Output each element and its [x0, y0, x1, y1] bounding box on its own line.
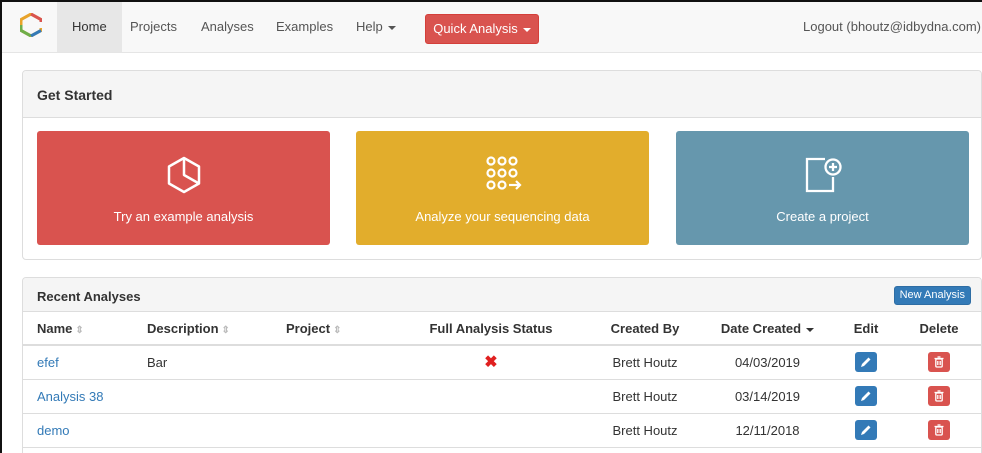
add-document-icon [805, 157, 842, 193]
analyze-sequencing-card[interactable]: Analyze your sequencing data [356, 131, 649, 245]
pencil-icon [861, 391, 871, 401]
sort-desc-icon [806, 327, 815, 332]
get-started-heading: Get Started [23, 71, 981, 118]
sort-icon: ⇕ [75, 325, 84, 336]
table-row: Analysis 38 Brett Houtz 03/14/2019 [23, 379, 981, 414]
sort-icon: ⇕ [221, 325, 230, 336]
table-header-row: Name ⇕ Description ⇕ Project ⇕ Full Analysi… [23, 313, 981, 346]
column-created-by: Created By [590, 313, 700, 346]
quick-analysis-label: Quick Analysis [433, 21, 518, 36]
recent-analyses-table: Name ⇕ Description ⇕ Project ⇕ Full Analysi… [23, 313, 981, 448]
row-edit-cell [835, 413, 897, 448]
new-analysis-button[interactable]: New Analysis [893, 286, 971, 305]
delete-button[interactable] [928, 352, 950, 373]
analyze-sequencing-label: Analyze your sequencing data [415, 209, 590, 224]
chevron-down-icon [387, 25, 396, 30]
column-name-label: Name [37, 321, 73, 336]
delete-button[interactable] [928, 386, 950, 406]
pencil-icon [861, 425, 871, 435]
row-delete-cell [897, 379, 981, 414]
analysis-name-link[interactable]: Analysis 38 [37, 389, 103, 404]
get-started-panel: Get Started Try an example analysis Anal… [22, 70, 982, 260]
column-name[interactable]: Name ⇕ [23, 313, 133, 346]
row-name-cell: Analysis 38 [23, 379, 133, 414]
row-status-cell: ✖ [392, 345, 590, 380]
nav-help-dropdown[interactable]: Help [341, 2, 411, 52]
column-description-label: Description [147, 321, 219, 336]
recent-analyses-panel: Recent Analyses New Analysis Name ⇕ Descr… [22, 277, 982, 453]
row-created-by: Brett Houtz [590, 345, 700, 380]
top-navbar: Home Projects Analyses Examples Help Qui… [2, 2, 982, 53]
recent-analyses-heading: Recent Analyses New Analysis [23, 278, 981, 312]
row-created-by: Brett Houtz [590, 379, 700, 414]
app-logo-icon[interactable] [20, 13, 42, 37]
row-date-created: 12/11/2018 [700, 413, 835, 448]
row-date-created: 03/14/2019 [700, 379, 835, 414]
example-analysis-label: Try an example analysis [113, 209, 254, 224]
table-row: demo Brett Houtz 12/11/2018 [23, 413, 981, 448]
trash-icon [934, 356, 944, 368]
get-started-title: Get Started [37, 87, 113, 103]
nav-analyses-label: Analyses [201, 19, 254, 34]
create-project-card[interactable]: Create a project [676, 131, 969, 245]
row-name-cell: efef [23, 345, 133, 380]
edit-button[interactable] [855, 386, 877, 406]
row-project [272, 379, 392, 414]
row-name-cell: demo [23, 413, 133, 448]
nav-examples-label: Examples [276, 19, 334, 34]
row-status [392, 413, 590, 448]
edit-button[interactable] [855, 420, 877, 440]
column-date-created[interactable]: Date Created [700, 313, 835, 346]
create-project-label: Create a project [776, 209, 869, 224]
nav-analyses[interactable]: Analyses [186, 2, 269, 52]
example-analysis-card[interactable]: Try an example analysis [37, 131, 330, 245]
failed-x-icon: ✖ [484, 354, 498, 372]
row-description [133, 379, 272, 414]
row-description: Bar [133, 345, 272, 380]
nav-home[interactable]: Home [57, 2, 122, 52]
cube-icon [167, 156, 200, 194]
row-edit-cell [835, 379, 897, 414]
delete-button[interactable] [928, 420, 950, 440]
column-edit: Edit [835, 313, 897, 346]
nav-home-label: Home [72, 19, 107, 34]
nav-projects[interactable]: Projects [115, 2, 192, 52]
row-project [272, 413, 392, 448]
trash-icon [934, 390, 944, 402]
sort-icon: ⇕ [333, 325, 342, 336]
column-description[interactable]: Description ⇕ [133, 313, 272, 346]
nav-projects-label: Projects [130, 19, 177, 34]
row-date-created: 04/03/2019 [700, 345, 835, 380]
column-status: Full Analysis Status [392, 313, 590, 346]
row-status [392, 379, 590, 414]
trash-icon [934, 424, 944, 436]
analysis-name-link[interactable]: efef [37, 355, 59, 370]
recent-analyses-title: Recent Analyses [37, 289, 141, 304]
nav-help-label: Help [356, 19, 383, 34]
column-delete: Delete [897, 313, 981, 346]
dots-grid-arrow-icon [485, 156, 522, 190]
chevron-down-icon [522, 27, 531, 32]
analysis-name-link[interactable]: demo [37, 423, 70, 438]
row-description [133, 413, 272, 448]
table-row: efef Bar ✖ Brett Houtz 04/03/2019 [23, 345, 981, 380]
row-delete-cell [897, 413, 981, 448]
row-delete-cell [897, 345, 981, 380]
quick-analysis-button[interactable]: Quick Analysis [425, 14, 539, 44]
row-project [272, 345, 392, 380]
row-edit-cell [835, 345, 897, 380]
column-project[interactable]: Project ⇕ [272, 313, 392, 346]
column-project-label: Project [286, 321, 331, 336]
pencil-icon [861, 357, 871, 368]
logout-link[interactable]: Logout (bhoutz@idbydna.com) [803, 2, 982, 52]
row-created-by: Brett Houtz [590, 413, 700, 448]
column-date-created-label: Date Created [720, 321, 802, 336]
edit-button[interactable] [855, 352, 877, 373]
nav-examples[interactable]: Examples [261, 2, 348, 52]
